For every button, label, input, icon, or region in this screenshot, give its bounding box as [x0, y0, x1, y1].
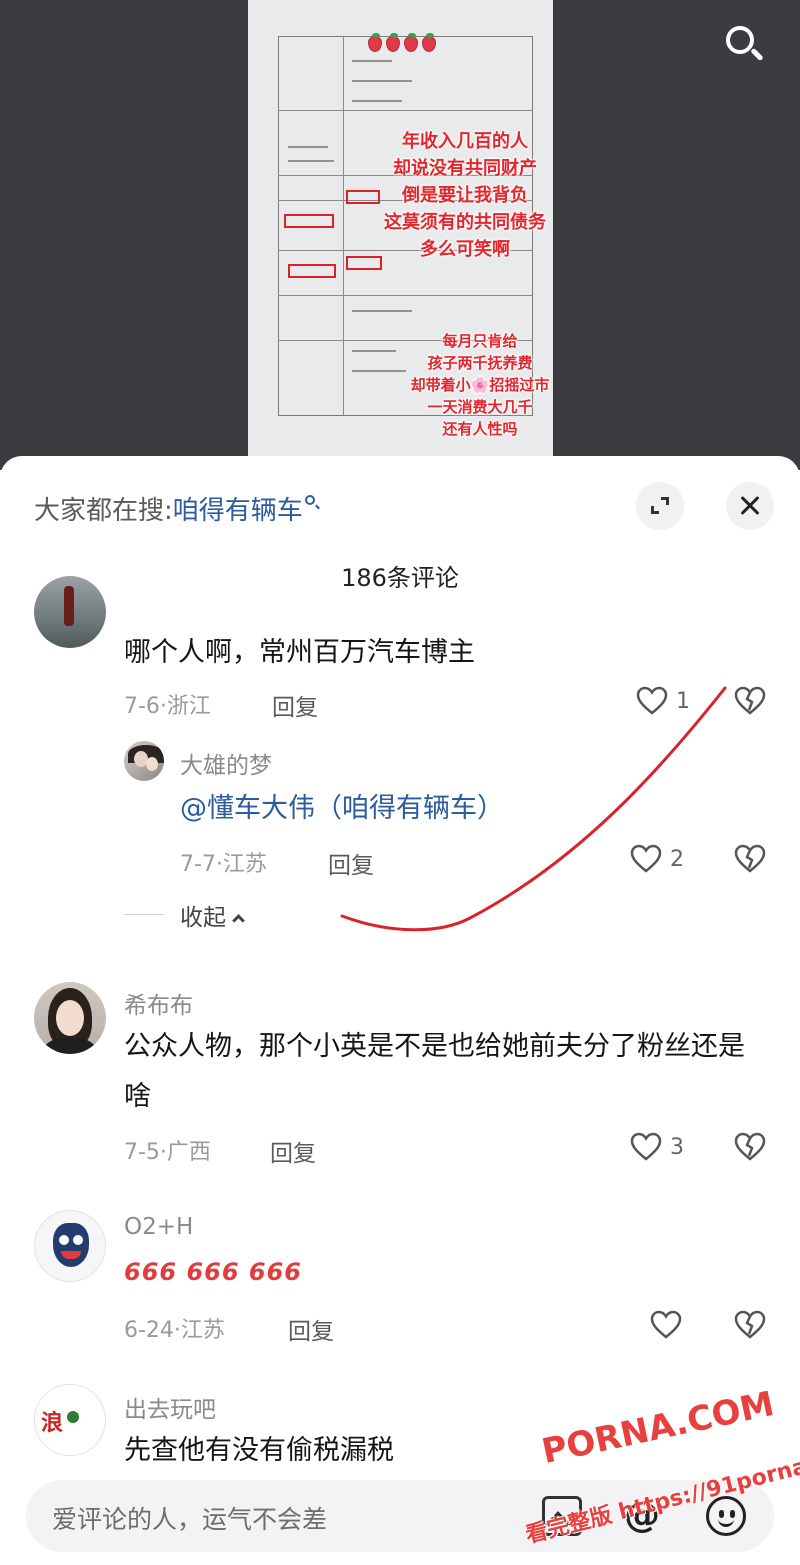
comment-username[interactable]: 希布布 [124, 986, 193, 1020]
trending-search[interactable]: 大家都在搜:咱得有辆车 [34, 490, 315, 527]
heart-icon [650, 1310, 682, 1339]
heart-icon [636, 686, 668, 715]
close-icon[interactable] [726, 482, 774, 530]
comment-item: 希布布 公众人物，那个小英是不是也给她前夫分了粉丝还是啥 7-5·广西 回复 3 [0, 976, 800, 1176]
broken-heart-icon[interactable] [734, 1132, 766, 1162]
comment-meta: 6-24·江苏 [124, 1318, 225, 1343]
comment-item: 哪个人啊，常州百万汽车博主 7-6·浙江 回复 1 大雄的梦 @懂车大伟（咱得有… [0, 576, 800, 931]
comment-emoji-text: 666 666 666 [124, 1258, 303, 1286]
reply-meta: 7-7·江苏 [180, 852, 267, 877]
sticker-strawberries [368, 33, 436, 52]
sheet-header: 大家都在搜:咱得有辆车 [0, 456, 800, 556]
broken-heart-icon[interactable] [734, 1310, 766, 1340]
reply-button[interactable]: 回复 [272, 688, 318, 722]
comment-text: 哪个人啊，常州百万汽车博主 [124, 637, 475, 668]
divider [124, 914, 164, 915]
search-icon [304, 495, 315, 505]
reply-text[interactable]: @懂车大伟（咱得有辆车） [180, 784, 504, 834]
like-button[interactable] [650, 1310, 682, 1340]
collapse-label: 收起 [180, 905, 226, 931]
video-caption-bottom: 每月只肯给 孩子两千抚养费 却带着小🌸招摇过市 一天消费大几千 还有人性吗 [410, 332, 550, 438]
like-button[interactable]: 2 [630, 844, 684, 874]
avatar[interactable] [34, 1210, 106, 1282]
emoji-icon[interactable] [706, 1496, 746, 1536]
comment-sheet: 大家都在搜:咱得有辆车 186条评论 哪个人啊，常州百万汽车博主 7-6·浙江 … [0, 456, 800, 1565]
chevron-up-icon [232, 914, 245, 927]
avatar[interactable] [124, 741, 164, 781]
trending-prefix: 大家都在搜: [34, 496, 173, 526]
like-button[interactable]: 3 [630, 1132, 684, 1162]
comment-meta: 7-6·浙江 [124, 694, 211, 719]
comment-input-placeholder: 爱评论的人，运气不会差 [52, 1505, 328, 1534]
image-icon[interactable] [542, 1496, 582, 1537]
expand-icon[interactable] [636, 482, 684, 530]
like-count: 1 [676, 688, 690, 714]
video-caption-top: 年收入几百的人 却说没有共同财产 倒是要让我背负 这莫须有的共同债务 多么可笑啊 [384, 131, 546, 260]
comment-username[interactable]: O2+H [124, 1214, 193, 1240]
avatar[interactable] [34, 982, 106, 1054]
avatar[interactable]: 浪 [34, 1384, 106, 1456]
video-player[interactable]: 年收入几百的人 却说没有共同财产 倒是要让我背负 这莫须有的共同债务 多么可笑啊… [0, 0, 800, 470]
reply-button[interactable]: 回复 [270, 1134, 316, 1168]
broken-heart-icon[interactable] [734, 844, 766, 874]
comment-username[interactable]: 出去玩吧 [124, 1390, 216, 1424]
heart-icon [630, 844, 662, 873]
reply-username[interactable]: 大雄的梦 [180, 746, 272, 780]
reply-button[interactable]: 回复 [328, 846, 374, 880]
comment-text: 公众人物，那个小英是不是也给她前夫分了粉丝还是啥 [124, 1031, 745, 1112]
search-icon[interactable] [722, 22, 768, 68]
comment-meta: 7-5·广西 [124, 1140, 211, 1165]
comment-item: O2+H 666 666 666 6-24·江苏 回复 [0, 1204, 800, 1354]
like-count: 3 [670, 1134, 684, 1160]
avatar[interactable] [34, 576, 106, 648]
trending-keyword[interactable]: 咱得有辆车 [173, 496, 303, 526]
comment-input[interactable]: 爱评论的人，运气不会差 @ [26, 1480, 774, 1552]
comment-count: 186条评论 [341, 564, 459, 592]
heart-icon [630, 1132, 662, 1161]
like-count: 2 [670, 846, 684, 872]
collapse-replies-button[interactable]: 收起 [180, 898, 245, 932]
at-icon[interactable]: @ [622, 1496, 662, 1536]
comment-text: 先查他有没有偷税漏税 [124, 1435, 394, 1466]
like-button[interactable]: 1 [636, 686, 690, 716]
comment-item: 浪 出去玩吧 先查他有没有偷税漏税 [0, 1380, 800, 1480]
broken-heart-icon[interactable] [734, 686, 766, 716]
reply-button[interactable]: 回复 [288, 1312, 334, 1346]
